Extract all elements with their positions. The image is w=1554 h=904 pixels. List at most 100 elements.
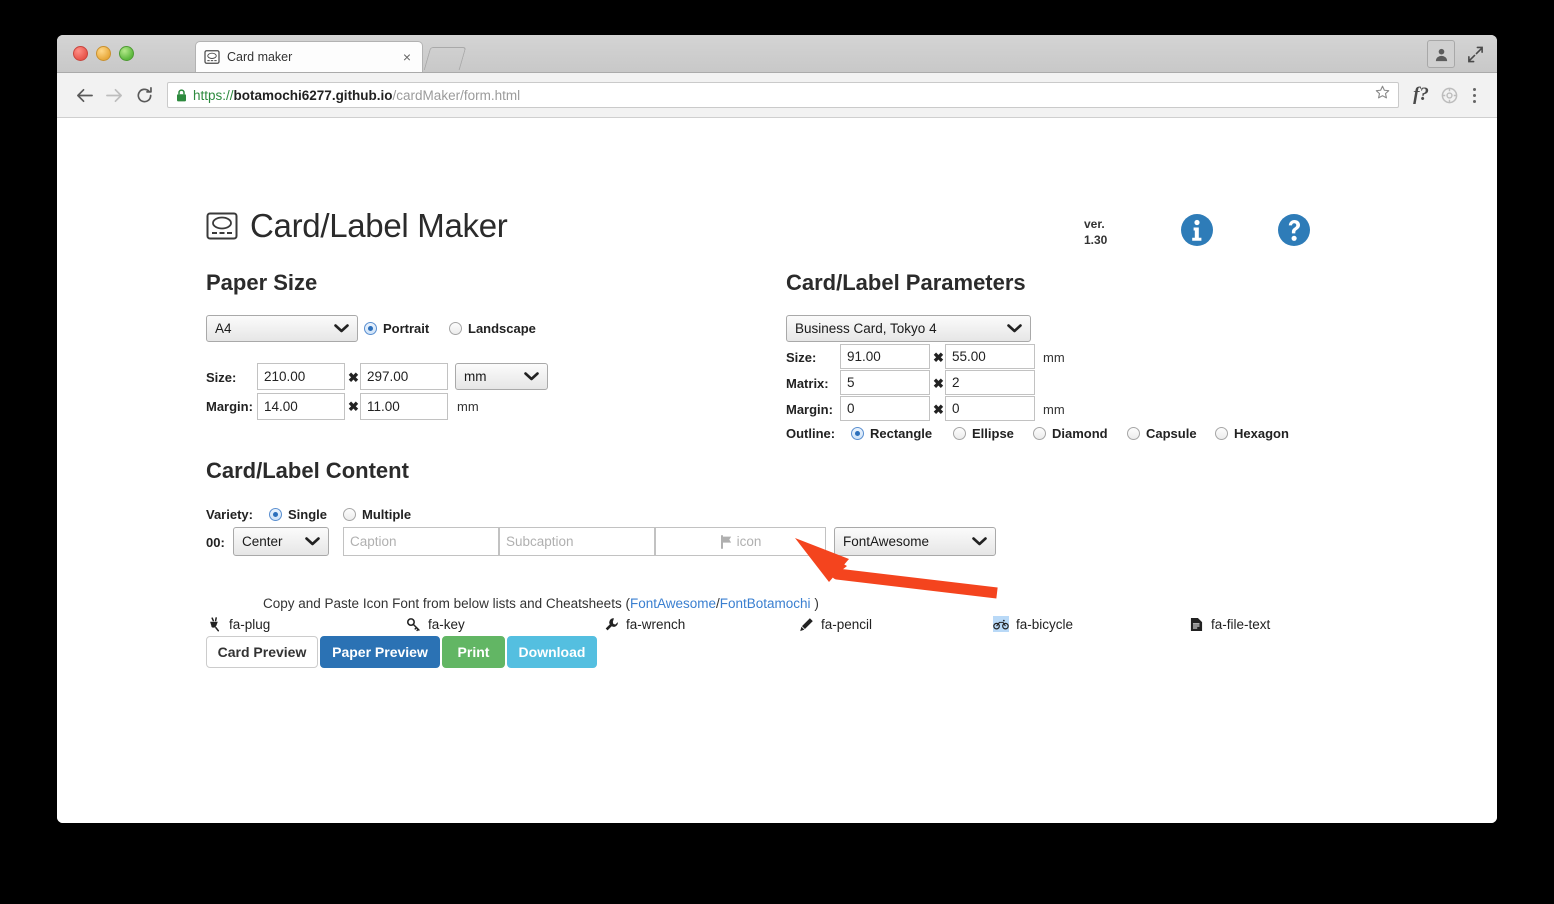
orientation-portrait-label: Portrait	[383, 321, 430, 336]
outline-ellipse-radio[interactable]: Ellipse	[953, 426, 1014, 441]
page-viewport: Card/Label Maker ver. 1.30 Paper Size A4…	[57, 118, 1497, 823]
note-text: Copy and Paste Icon Font from below list…	[263, 596, 630, 611]
card-matrix-rows-input[interactable]: 2	[945, 370, 1035, 395]
profile-button[interactable]	[1427, 40, 1455, 68]
paper-preset-select[interactable]: A4	[206, 315, 358, 342]
card-preview-button[interactable]: Card Preview	[206, 636, 318, 668]
icon-list-item-fa-key[interactable]: fa-key	[405, 616, 465, 632]
radio-dot	[269, 508, 282, 521]
icon-input[interactable]: icon	[655, 527, 826, 556]
forward-button[interactable]	[99, 80, 129, 110]
window-right-controls	[1427, 40, 1485, 68]
page-title: Card/Label Maker	[206, 207, 508, 245]
card-preset-select[interactable]: Business Card, Tokyo 4	[786, 315, 1031, 342]
outline-capsule-radio[interactable]: Capsule	[1127, 426, 1197, 441]
url-path: /cardMaker/form.html	[392, 87, 521, 103]
download-button[interactable]: Download	[507, 636, 597, 668]
outline-capsule-label: Capsule	[1146, 426, 1197, 441]
paper-margin-height-input[interactable]: 11.00	[360, 393, 448, 420]
lock-icon	[176, 88, 187, 102]
browser-menu-button[interactable]	[1463, 87, 1485, 103]
icon-font-value: FontAwesome	[843, 534, 930, 549]
outline-hexagon-radio[interactable]: Hexagon	[1215, 426, 1289, 441]
outline-diamond-radio[interactable]: Diamond	[1033, 426, 1108, 441]
paper-margin-width-input[interactable]: 14.00	[257, 393, 345, 420]
menu-dot	[1472, 87, 1476, 91]
paper-preview-button[interactable]: Paper Preview	[320, 636, 440, 668]
icon-list-item-fa-file-text[interactable]: fa-file-text	[1188, 616, 1270, 632]
card-margin-height-input[interactable]: 0	[945, 396, 1035, 421]
card-margin-label: Margin:	[786, 402, 833, 417]
outline-hexagon-label: Hexagon	[1234, 426, 1289, 441]
card-margin-times-symbol: ✖	[933, 402, 944, 417]
outline-rectangle-label: Rectangle	[870, 426, 933, 441]
new-tab-button[interactable]	[423, 47, 467, 70]
fullscreen-button[interactable]	[1465, 44, 1485, 64]
info-circle-icon	[1181, 214, 1213, 246]
browser-toolbar: https://botamochi6277.github.io/cardMake…	[57, 73, 1497, 118]
card-size-height-input[interactable]: 55.00	[945, 344, 1035, 369]
radio-dot	[449, 322, 462, 335]
print-button[interactable]: Print	[442, 636, 505, 668]
url-host: botamochi6277.github.io	[233, 87, 393, 103]
card-matrix-times-symbol: ✖	[933, 376, 944, 391]
card-margin-unit-label: mm	[1043, 402, 1065, 417]
variety-single-radio[interactable]: Single	[269, 507, 327, 522]
fontawesome-link[interactable]: FontAwesome	[630, 596, 716, 611]
reload-button[interactable]	[129, 80, 159, 110]
paper-size-width-input[interactable]: 210.00	[257, 363, 345, 390]
variety-label: Variety:	[206, 507, 253, 522]
info-button[interactable]	[1180, 213, 1214, 247]
close-window-button[interactable]	[73, 46, 88, 61]
params-heading: Card/Label Parameters	[786, 270, 1026, 295]
browser-window: Card maker × https://botamochi6277.githu…	[57, 35, 1497, 823]
card-size-unit-label: mm	[1043, 350, 1065, 365]
chevron-down-icon	[524, 369, 539, 384]
content-heading: Card/Label Content	[206, 458, 409, 483]
note-tail: )	[810, 596, 819, 611]
alignment-select[interactable]: Center	[233, 527, 329, 556]
maximize-window-button[interactable]	[119, 46, 134, 61]
question-circle-icon	[1278, 214, 1310, 246]
expand-arrows-icon	[1467, 46, 1483, 62]
paper-unit-select[interactable]: mm	[455, 363, 548, 390]
size-times-symbol: ✖	[348, 370, 359, 385]
icon-list-item-fa-wrench[interactable]: fa-wrench	[603, 616, 685, 632]
icon-list-item-label: fa-file-text	[1211, 616, 1271, 632]
address-bar[interactable]: https://botamochi6277.github.io/cardMake…	[167, 82, 1399, 108]
card-matrix-cols-input[interactable]: 5	[840, 370, 930, 395]
tab-card-maker[interactable]: Card maker ×	[195, 41, 423, 72]
card-margin-width-input[interactable]: 0	[840, 396, 930, 421]
orientation-landscape-radio[interactable]: Landscape	[449, 321, 536, 336]
variety-multiple-radio[interactable]: Multiple	[343, 507, 411, 522]
tab-title: Card maker	[227, 50, 293, 64]
row-index-label: 00:	[206, 535, 225, 550]
icon-list-item-label: fa-key	[428, 616, 465, 632]
menu-dot	[1472, 99, 1476, 103]
tab-close-icon[interactable]: ×	[400, 50, 414, 64]
back-button[interactable]	[69, 80, 99, 110]
plug-icon	[206, 616, 222, 632]
extension-gear-button[interactable]	[1435, 81, 1463, 109]
subcaption-input[interactable]: Subcaption	[499, 527, 655, 556]
icon-list-item-fa-plug[interactable]: fa-plug	[206, 616, 270, 632]
caption-input[interactable]: Caption	[343, 527, 499, 556]
card-logo-icon	[206, 212, 238, 240]
outline-rectangle-radio[interactable]: Rectangle	[851, 426, 932, 441]
icon-list-item-fa-bicycle[interactable]: fa-bicycle	[993, 616, 1073, 632]
bookmark-star-icon[interactable]	[1367, 85, 1390, 105]
orientation-portrait-radio[interactable]: Portrait	[364, 321, 429, 336]
radio-dot	[1127, 427, 1140, 440]
radio-dot	[364, 322, 377, 335]
icon-list-item-fa-pencil[interactable]: fa-pencil	[798, 616, 872, 632]
card-size-width-input[interactable]: 91.00	[840, 344, 930, 369]
fontbotamochi-link[interactable]: FontBotamochi	[720, 596, 811, 611]
help-button[interactable]	[1277, 213, 1311, 247]
minimize-window-button[interactable]	[96, 46, 111, 61]
icon-help-note: Copy and Paste Icon Font from below list…	[263, 596, 819, 611]
extension-fq-button[interactable]: f?	[1407, 81, 1435, 109]
chevron-down-icon	[972, 534, 987, 549]
paper-size-height-input[interactable]: 297.00	[360, 363, 448, 390]
orientation-landscape-label: Landscape	[468, 321, 536, 336]
icon-font-select[interactable]: FontAwesome	[834, 527, 996, 556]
